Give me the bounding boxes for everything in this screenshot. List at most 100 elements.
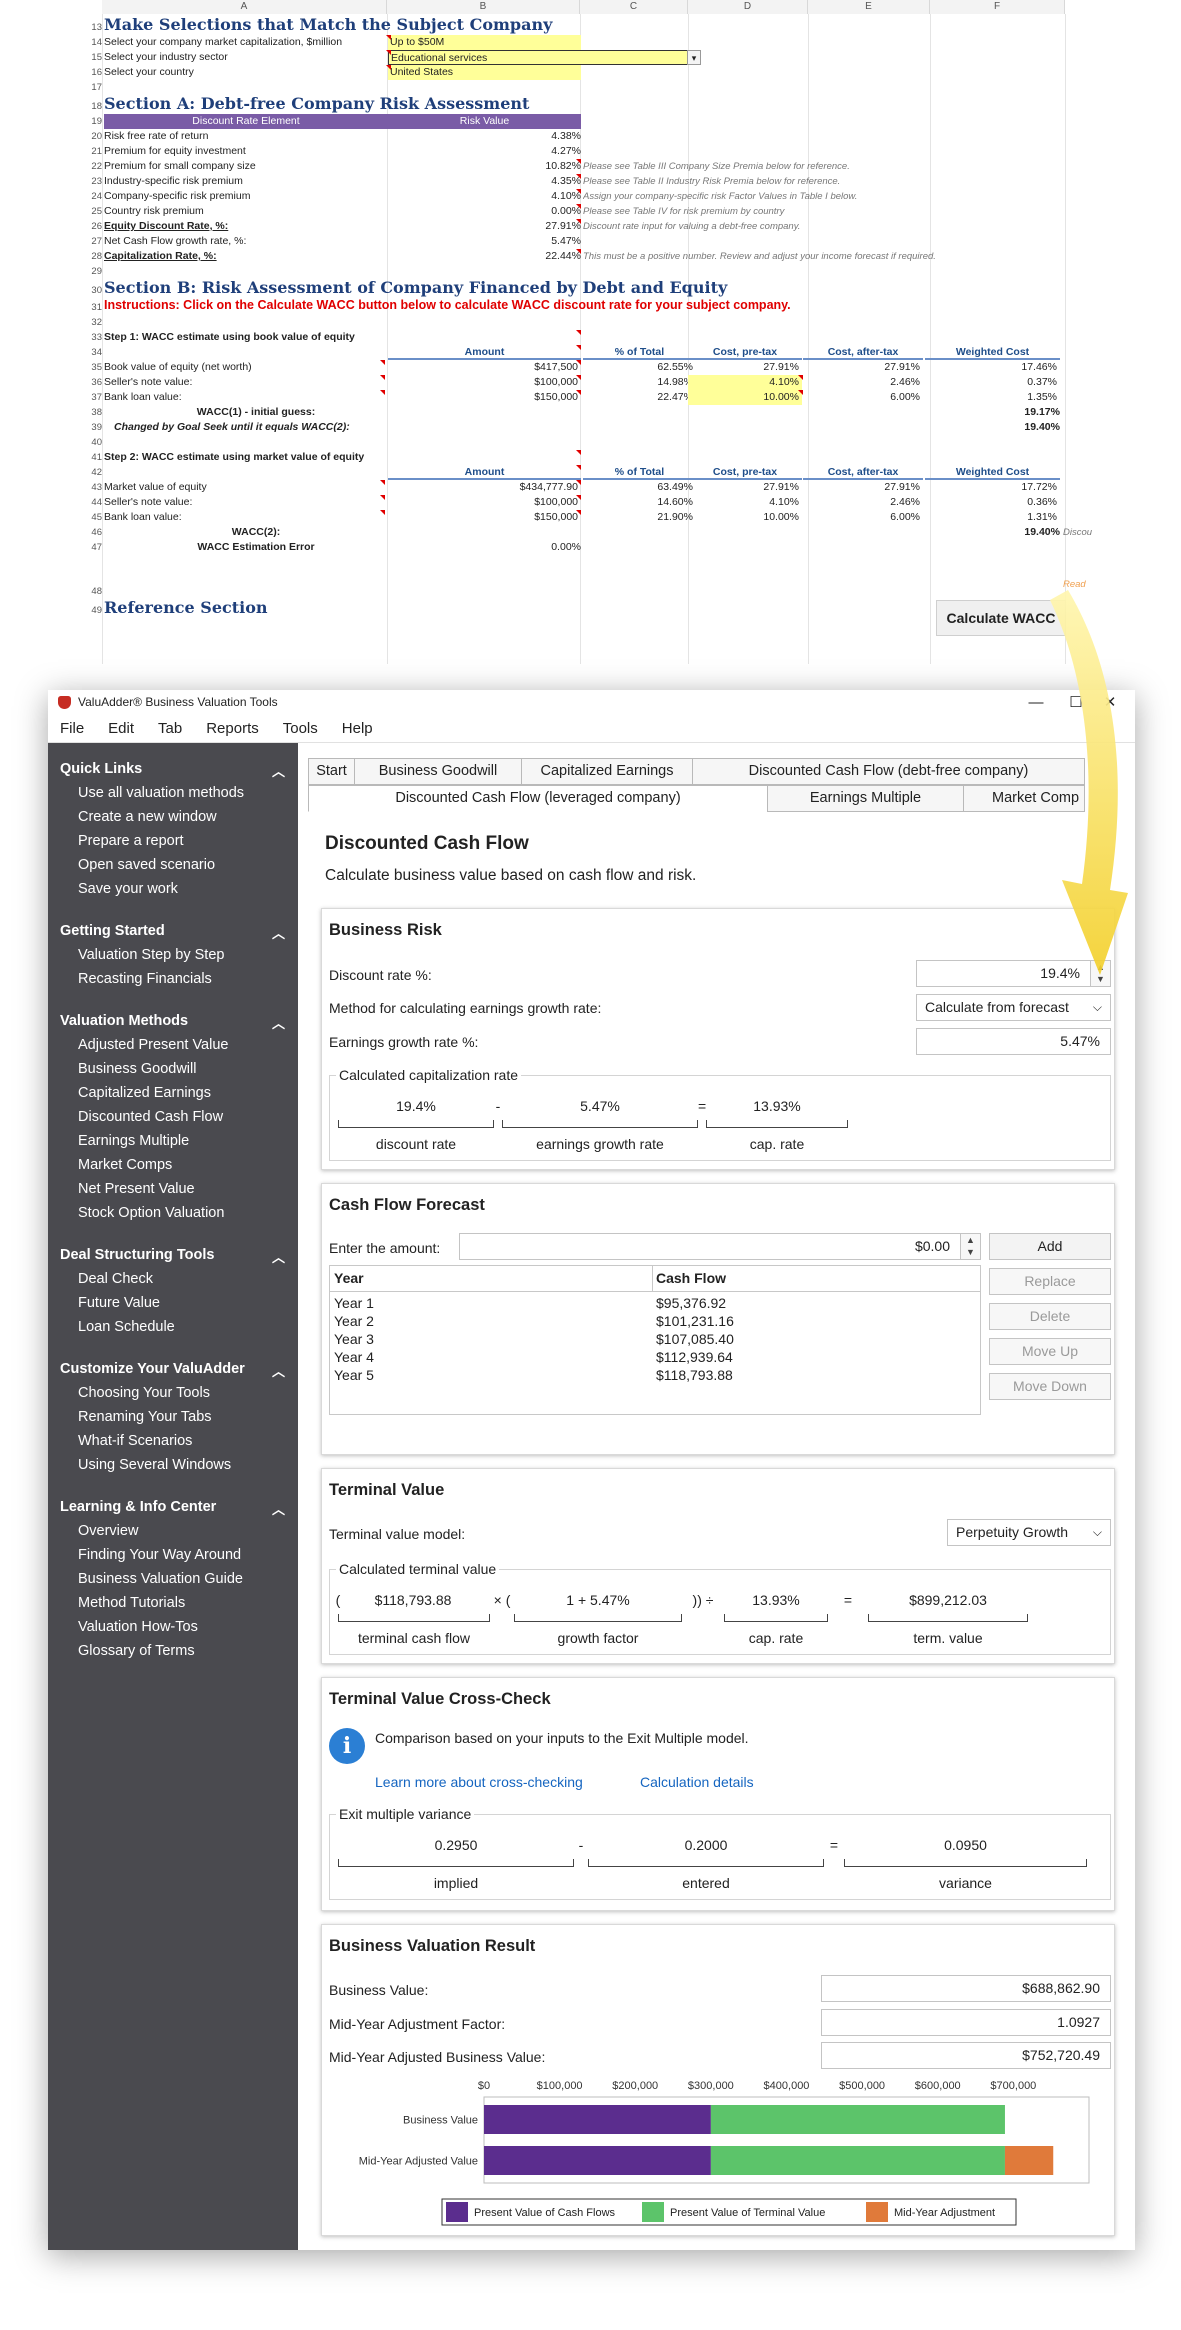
sidebar-item[interactable]: Earnings Multiple: [78, 1133, 189, 1149]
table-row[interactable]: Year 1 $95,376.92: [330, 1294, 980, 1312]
move-down-button[interactable]: Move Down: [989, 1373, 1111, 1400]
sidebar-group[interactable]: Valuation Methods ︿: [60, 1013, 285, 1031]
add-button[interactable]: Add: [989, 1233, 1111, 1260]
close-button[interactable]: ✕: [1090, 690, 1130, 715]
sidebar-group[interactable]: Getting Started ︿: [60, 923, 285, 941]
year-cell: Year 2: [334, 1313, 374, 1329]
sheet-row: [80, 264, 1100, 279]
tab-market-comps[interactable]: Market Comp: [963, 785, 1085, 812]
sidebar-item[interactable]: Open saved scenario: [78, 857, 215, 873]
business-risk-panel: Business Risk Discount rate %: 19.4% ▲ ▼ …: [321, 908, 1115, 1170]
tab-dcf-debt-free[interactable]: Discounted Cash Flow (debt-free company): [692, 758, 1085, 785]
sidebar-item[interactable]: Valuation Step by Step: [78, 947, 224, 963]
tab-start[interactable]: Start: [308, 758, 355, 785]
sheet-row: WACC(1) - initial guess: 19.17%: [80, 405, 1100, 420]
sidebar-item[interactable]: Business Goodwill: [78, 1061, 196, 1077]
menu-reports[interactable]: Reports: [194, 715, 271, 743]
sidebar-group[interactable]: Learning & Info Center ︿: [60, 1499, 285, 1517]
sidebar-item[interactable]: What-if Scenarios: [78, 1433, 192, 1449]
move-up-button[interactable]: Move Up: [989, 1338, 1111, 1365]
sidebar-item[interactable]: Method Tutorials: [78, 1595, 185, 1611]
terminal-value-panel: Terminal Value Terminal value model: Per…: [321, 1468, 1115, 1664]
chevron-up-icon[interactable]: ︿: [272, 761, 285, 780]
sidebar-item[interactable]: Finding Your Way Around: [78, 1547, 241, 1563]
table-row[interactable]: Year 5 $118,793.88: [330, 1366, 980, 1384]
adjusted-value-field[interactable]: $752,720.49: [821, 2042, 1111, 2069]
sidebar-group[interactable]: Quick Links ︿: [60, 761, 285, 779]
terminal-model-select[interactable]: Perpetuity Growth ⌵: [947, 1519, 1111, 1546]
chevron-up-icon[interactable]: ︿: [272, 1013, 285, 1032]
sheet-value: $417,500: [534, 361, 578, 373]
title-bar: ValuAdder® Business Valuation Tools — ☐ …: [48, 690, 1135, 715]
sidebar-item[interactable]: Loan Schedule: [78, 1319, 175, 1335]
terminal-cap-rate-label: cap. rate: [748, 1630, 804, 1646]
chevron-up-icon[interactable]: ︿: [272, 1247, 285, 1266]
sidebar-item[interactable]: Future Value: [78, 1295, 160, 1311]
chevron-up-icon[interactable]: ︿: [272, 1361, 285, 1380]
sidebar-item[interactable]: Net Present Value: [78, 1181, 195, 1197]
chevron-up-icon[interactable]: ︿: [272, 923, 285, 942]
business-value-field[interactable]: $688,862.90: [821, 1975, 1111, 2002]
terminal-value-result: $899,212.03: [909, 1592, 987, 1608]
growth-method-value: Calculate from forecast: [925, 999, 1069, 1015]
learn-more-link[interactable]: Learn more about cross-checking: [375, 1774, 583, 1790]
business-value-label: Business Value:: [329, 1982, 429, 1998]
delete-button[interactable]: Delete: [989, 1303, 1111, 1330]
column-heading: Cost, pre-tax: [688, 345, 802, 360]
tab-capitalized-earnings[interactable]: Capitalized Earnings: [521, 758, 693, 785]
tab-dcf-leveraged[interactable]: Discounted Cash Flow (leveraged company): [308, 785, 768, 812]
sidebar-item[interactable]: Use all valuation methods: [78, 785, 244, 801]
menu-file[interactable]: File: [48, 715, 96, 743]
menu-edit[interactable]: Edit: [96, 715, 146, 743]
sheet-value: 2.46%: [890, 496, 920, 508]
amount-field[interactable]: $0.00: [459, 1233, 961, 1260]
sidebar-item[interactable]: Glossary of Terms: [78, 1643, 195, 1659]
sidebar-item[interactable]: Valuation How-Tos: [78, 1619, 198, 1635]
cap-rate-value: 13.93%: [753, 1098, 801, 1114]
menu-tools[interactable]: Tools: [271, 715, 330, 743]
sidebar-item[interactable]: Business Valuation Guide: [78, 1571, 243, 1587]
sidebar-item[interactable]: Market Comps: [78, 1157, 172, 1173]
sheet-value: 17.46%: [1021, 361, 1057, 373]
sidebar-item[interactable]: Recasting Financials: [78, 971, 212, 987]
comment-marker: [576, 450, 581, 455]
dropdown-arrow-icon[interactable]: ▾: [687, 50, 701, 65]
valuadder-window: ValuAdder® Business Valuation Tools — ☐ …: [48, 690, 1135, 2250]
sidebar-item[interactable]: Using Several Windows: [78, 1457, 231, 1473]
sidebar-item[interactable]: Overview: [78, 1523, 138, 1539]
mid-year-factor-field[interactable]: 1.0927: [821, 2009, 1111, 2036]
sidebar-item[interactable]: Create a new window: [78, 809, 217, 825]
sheet-label: Risk free rate of return: [104, 130, 209, 142]
discount-rate-field[interactable]: 19.4%: [916, 960, 1091, 987]
sidebar-item[interactable]: Capitalized Earnings: [78, 1085, 211, 1101]
replace-button[interactable]: Replace: [989, 1268, 1111, 1295]
sidebar-group[interactable]: Customize Your ValuAdder ︿: [60, 1361, 285, 1379]
menu-help[interactable]: Help: [330, 715, 385, 743]
sidebar-item[interactable]: Save your work: [78, 881, 178, 897]
tab-earnings-multiple[interactable]: Earnings Multiple: [767, 785, 964, 812]
tab-business-goodwill[interactable]: Business Goodwill: [354, 758, 522, 785]
sidebar-item[interactable]: Choosing Your Tools: [78, 1385, 210, 1401]
discount-rate-spinner[interactable]: ▲ ▼: [1090, 960, 1111, 987]
table-row[interactable]: Year 3 $107,085.40: [330, 1330, 980, 1348]
growth-method-select[interactable]: Calculate from forecast ⌵: [916, 994, 1111, 1021]
sidebar-item[interactable]: Adjusted Present Value: [78, 1037, 228, 1053]
sidebar-item[interactable]: Renaming Your Tabs: [78, 1409, 212, 1425]
main-content: Start Business Goodwill Capitalized Earn…: [298, 743, 1135, 2250]
calculate-wacc-button[interactable]: Calculate WACC: [936, 600, 1066, 636]
minimize-button[interactable]: —: [1016, 690, 1056, 715]
sidebar-item[interactable]: Stock Option Valuation: [78, 1205, 224, 1221]
bracket: [502, 1120, 698, 1128]
sidebar-item[interactable]: Prepare a report: [78, 833, 184, 849]
amount-spinner[interactable]: ▲ ▼: [960, 1233, 981, 1260]
growth-rate-field[interactable]: 5.47%: [916, 1028, 1111, 1055]
calculation-details-link[interactable]: Calculation details: [640, 1774, 754, 1790]
sidebar-group[interactable]: Deal Structuring Tools ︿: [60, 1247, 285, 1265]
table-row[interactable]: Year 4 $112,939.64: [330, 1348, 980, 1366]
sidebar-item[interactable]: Deal Check: [78, 1271, 153, 1287]
menu-tab[interactable]: Tab: [146, 715, 194, 743]
table-row[interactable]: Year 2 $101,231.16: [330, 1312, 980, 1330]
chevron-up-icon[interactable]: ︿: [272, 1499, 285, 1518]
cash-flow-table[interactable]: Year Cash Flow Year 1 $95,376.92 Year 2 $10…: [329, 1265, 981, 1415]
sidebar-item[interactable]: Discounted Cash Flow: [78, 1109, 223, 1125]
